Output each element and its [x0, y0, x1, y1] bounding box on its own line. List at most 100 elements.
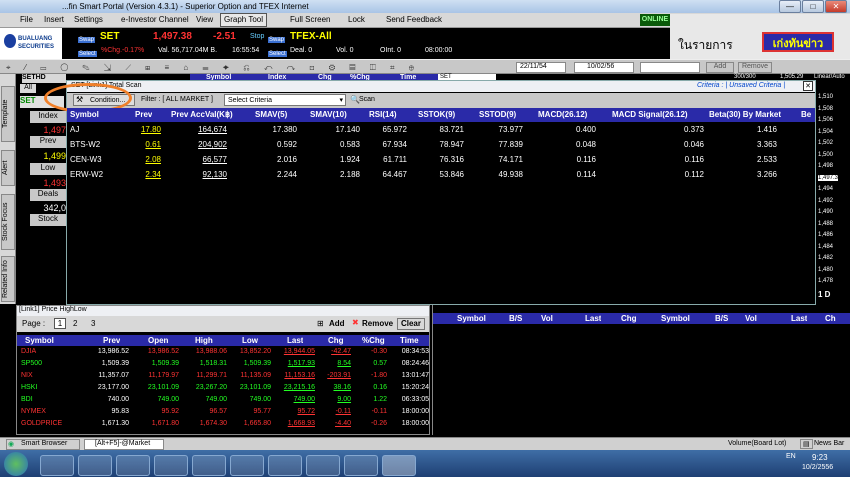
ticker-grid-col[interactable]: Symbol: [661, 314, 690, 323]
highlow-header: Symbol Prev Open High Low Last Chg %Chg …: [17, 335, 429, 346]
page-2-button[interactable]: 2: [73, 319, 77, 328]
add-chart-button[interactable]: Add: [706, 62, 734, 73]
select-criteria-dropdown[interactable]: Select Criteria ▾: [224, 94, 346, 106]
highlow-row[interactable]: SP500 1,509.39 1,509.39 1,518.31 1,509.39 1,5…: [17, 359, 429, 371]
col-prev[interactable]: Prev: [135, 110, 152, 119]
media-icon[interactable]: [192, 455, 226, 476]
market-tab[interactable]: [Alt+F5]-@Market: [84, 439, 164, 450]
minimize-button[interactable]: —: [779, 0, 801, 13]
news-bar-button[interactable]: News Bar: [814, 440, 844, 447]
menu-lock[interactable]: Lock: [348, 15, 365, 24]
symbol-cell[interactable]: AJ: [70, 125, 130, 134]
col-rsi[interactable]: RSI(14): [369, 110, 397, 119]
swap-button-2[interactable]: Swap: [268, 33, 286, 43]
tab-template[interactable]: Template: [1, 86, 15, 142]
app-icon[interactable]: [306, 455, 340, 476]
smart-browser-button[interactable]: Smart Browser: [6, 439, 80, 450]
col-beta[interactable]: Beta(30) By Market: [709, 110, 781, 119]
col-prev-accval[interactable]: Prev AccVal(K฿): [171, 110, 233, 119]
volume-board-lot[interactable]: Volume(Board Lot): [728, 440, 786, 447]
tab-stock-focus[interactable]: Stock Focus: [1, 194, 15, 250]
scan-row[interactable]: AJ 17.80 164,674 17.380 17.140 65.972 83.721 73…: [67, 123, 815, 138]
date-to-field[interactable]: 10/02/56: [574, 62, 634, 73]
menu-full-screen[interactable]: Full Screen: [290, 15, 330, 24]
firefox-icon[interactable]: [154, 455, 188, 476]
scan-row[interactable]: CEN-W3 2.08 66,577 2.016 1.924 61.711 76.316 74…: [67, 153, 815, 168]
col-smav5[interactable]: SMAV(5): [255, 110, 287, 119]
remove-chart-button[interactable]: Remove: [738, 62, 772, 73]
tab-alert[interactable]: Alert: [1, 150, 15, 186]
value-cell: 1,509.39: [243, 360, 271, 367]
clock-time[interactable]: 9:23: [812, 453, 828, 462]
swap-button-1[interactable]: Swap: [78, 33, 96, 43]
highlow-row[interactable]: GOLDPRICE 1,671.30 1,671.80 1,674.30 1,665.8…: [17, 419, 429, 431]
col-macd[interactable]: MACD(26.12): [538, 110, 587, 119]
ticker-grid-col[interactable]: Vol: [745, 314, 757, 323]
menu-view[interactable]: View: [196, 15, 213, 24]
add-button[interactable]: Add: [329, 319, 345, 328]
chrome-icon[interactable]: [116, 455, 150, 476]
highlow-row[interactable]: HSKI 23,177.00 23,101.09 23,267.20 23,101.09…: [17, 383, 429, 395]
select-button-1[interactable]: Select: [78, 47, 97, 57]
ticker-grid-col[interactable]: B/S: [715, 314, 728, 323]
col-symbol[interactable]: Symbol: [70, 110, 99, 119]
ticker-grid-col[interactable]: Symbol: [457, 314, 486, 323]
highlow-row[interactable]: NYMEX 95.83 95.92 96.57 95.77 95.72 -0.11 -0.11…: [17, 407, 429, 419]
ticker-grid-col[interactable]: Last: [791, 314, 807, 323]
symbol-cell[interactable]: NIX: [21, 372, 81, 379]
highlow-row[interactable]: DJIA 13,986.52 13,986.52 13,988.06 13,852.20…: [17, 347, 429, 359]
clock-date[interactable]: 10/2/2556: [802, 464, 833, 471]
col-sstok[interactable]: SSTOK(9): [418, 110, 455, 119]
scan-row[interactable]: BTS-W2 0.61 204,902 0.592 0.583 67.934 78.947 7…: [67, 138, 815, 153]
ticker-grid-col[interactable]: B/S: [509, 314, 522, 323]
symbol-cell[interactable]: CEN-W3: [70, 155, 130, 164]
symbol-cell[interactable]: DJIA: [21, 348, 81, 355]
scan-row[interactable]: ERW-W2 2.34 92,130 2.244 2.188 64.467 53.846 49…: [67, 168, 815, 183]
word-icon[interactable]: [268, 455, 302, 476]
col-smav10[interactable]: SMAV(10): [310, 110, 347, 119]
symbol-cell[interactable]: HSKI: [21, 384, 81, 391]
col-macd-signal[interactable]: MACD Signal(26.12): [612, 110, 688, 119]
clear-button[interactable]: Clear: [397, 318, 425, 330]
symbol-cell[interactable]: BDI: [21, 396, 81, 403]
scan-close-icon[interactable]: ✕: [803, 81, 813, 91]
symbol-cell[interactable]: GOLDPRICE: [21, 420, 81, 427]
symbol-cell[interactable]: BTS-W2: [70, 140, 130, 149]
close-button[interactable]: ✕: [825, 0, 847, 13]
symbol-combo[interactable]: [640, 62, 700, 73]
smart-portal-icon[interactable]: [382, 455, 416, 476]
photo-icon[interactable]: [230, 455, 264, 476]
ticker-grid-col[interactable]: Last: [585, 314, 601, 323]
drawing-tools[interactable]: ⌖ ⁄ ▭ ◯ ✎ ⇲ ⟋ ⊞ ≡ ⌂ ☰ ✦ ⎌ ↶ ↷ ⊡ ⚙ ▤ ◫ ⌗ …: [6, 63, 426, 72]
symbol-cell[interactable]: NYMEX: [21, 408, 81, 415]
menu-graph-tool[interactable]: Graph Tool: [220, 13, 267, 27]
col-sstod[interactable]: SSTOD(9): [479, 110, 516, 119]
date-from-field[interactable]: 22/11/54: [516, 62, 566, 73]
symbol-cell[interactable]: SP500: [21, 360, 81, 367]
remove-button[interactable]: Remove: [362, 319, 393, 328]
ticker-grid-col[interactable]: Ch: [825, 314, 836, 323]
menu-send-feedback[interactable]: Send Feedback: [386, 15, 442, 24]
language-indicator[interactable]: EN: [786, 453, 796, 460]
ticker-grid-col[interactable]: Chg: [621, 314, 637, 323]
menu-settings[interactable]: Settings: [74, 15, 103, 24]
ad-banner[interactable]: ในรายการ เก่งทันข่าว: [670, 14, 850, 59]
ticker-grid-col[interactable]: Vol: [541, 314, 553, 323]
settings-icon[interactable]: [344, 455, 378, 476]
menu-file[interactable]: File: [20, 15, 33, 24]
folder-icon[interactable]: [78, 455, 112, 476]
page-3-button[interactable]: 3: [91, 319, 95, 328]
menu-e-investor[interactable]: e-Investor Channel: [121, 15, 189, 24]
start-button[interactable]: [4, 452, 28, 476]
tab-related-info[interactable]: Related Info: [1, 256, 15, 302]
highlow-row[interactable]: BDI 740.00 749.00 749.00 749.00 749.00 9.00 1.2…: [17, 395, 429, 407]
ie-icon[interactable]: [40, 455, 74, 476]
symbol-cell[interactable]: ERW-W2: [70, 170, 130, 179]
page-1-button[interactable]: 1: [54, 318, 66, 329]
highlow-row[interactable]: NIX 11,357.07 11,179.97 11,299.71 11,135.09 1…: [17, 371, 429, 383]
menu-insert[interactable]: Insert: [44, 15, 64, 24]
set-all-tab[interactable]: All: [20, 84, 36, 93]
maximize-button[interactable]: □: [802, 0, 824, 13]
select-button-2[interactable]: Select: [268, 47, 287, 57]
col-be[interactable]: Be: [801, 110, 811, 119]
